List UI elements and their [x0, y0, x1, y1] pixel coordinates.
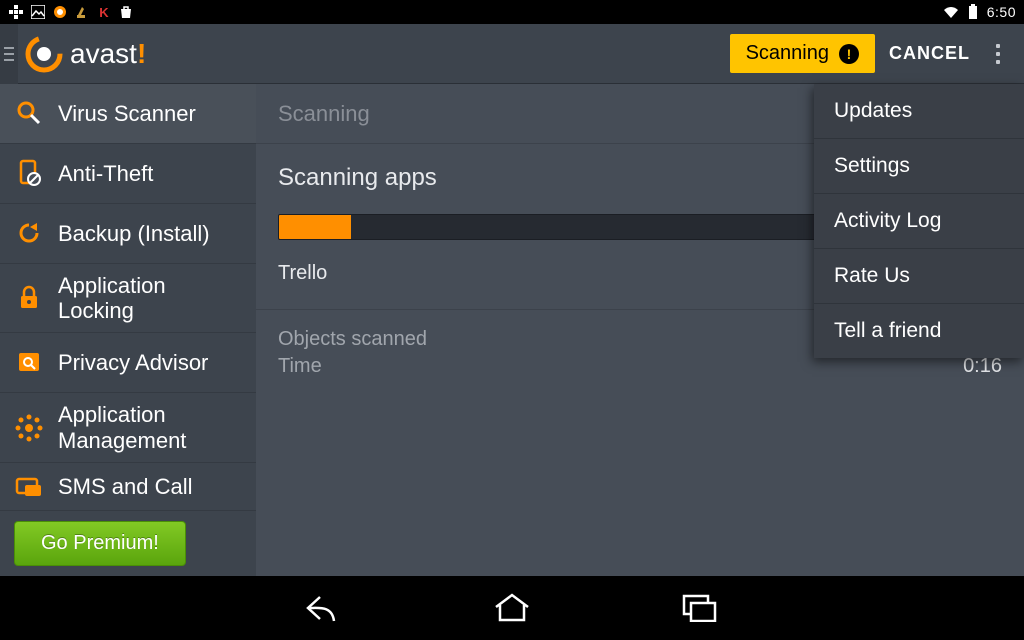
- menu-item-updates[interactable]: Updates: [814, 84, 1024, 139]
- scan-progress-fill: [279, 215, 351, 239]
- image-icon: [30, 4, 46, 20]
- stat-value: 0:16: [963, 355, 1002, 378]
- sidebar: Virus Scanner Anti-Theft Backup (Install…: [0, 84, 256, 576]
- alert-icon: !: [839, 44, 859, 64]
- battery-icon: [965, 4, 981, 20]
- sidebar-item-label: Application Management: [58, 402, 186, 453]
- menu-item-rate-us[interactable]: Rate Us: [814, 249, 1024, 304]
- refresh-icon: [14, 218, 44, 248]
- sidebar-item-label: Anti-Theft: [58, 161, 153, 186]
- main-panel: Scanning Scanning apps Trello Objects sc…: [256, 84, 1024, 576]
- wifi-icon: [943, 4, 959, 20]
- nav-recents-button[interactable]: [676, 584, 724, 632]
- app-header: avast! Scanning ! CANCEL: [0, 24, 1024, 84]
- stat-label: Time: [278, 355, 322, 378]
- nav-home-button[interactable]: [488, 584, 536, 632]
- phone-block-icon: [14, 158, 44, 188]
- android-nav-bar: [0, 576, 1024, 640]
- sidebar-item-sms-call[interactable]: SMS and Call: [0, 463, 256, 511]
- stat-time: Time 0:16: [278, 355, 1002, 378]
- sidebar-item-virus-scanner[interactable]: Virus Scanner: [0, 84, 256, 144]
- sms-icon: [14, 472, 44, 502]
- sidebar-item-label: Privacy Advisor: [58, 350, 208, 375]
- brand-text: avast!: [70, 38, 146, 70]
- avast-logo-icon: [24, 34, 64, 74]
- sidebar-item-privacy-advisor[interactable]: Privacy Advisor: [0, 333, 256, 393]
- sidebar-item-label: SMS and Call: [58, 474, 193, 499]
- sidebar-item-anti-theft[interactable]: Anti-Theft: [0, 144, 256, 204]
- menu-item-activity-log[interactable]: Activity Log: [814, 194, 1024, 249]
- sidebar-item-app-management[interactable]: Application Management: [0, 393, 256, 463]
- lock-icon: [14, 283, 44, 313]
- sidebar-item-label: Application Locking: [58, 273, 166, 324]
- sidebar-item-label: Backup (Install): [58, 221, 210, 246]
- scanning-status-badge[interactable]: Scanning !: [730, 34, 875, 73]
- status-left-icons: K: [8, 4, 134, 20]
- overflow-menu: Updates Settings Activity Log Rate Us Te…: [814, 84, 1024, 358]
- scanning-label: Scanning: [746, 42, 829, 65]
- avast-tray-icon: [52, 4, 68, 20]
- notif-icon: [8, 4, 24, 20]
- overflow-menu-button[interactable]: [984, 34, 1012, 74]
- menu-drawer-button[interactable]: [0, 24, 18, 84]
- stat-label: Objects scanned: [278, 328, 427, 351]
- cleaner-icon: [74, 4, 90, 20]
- go-premium-button[interactable]: Go Premium!: [14, 521, 186, 566]
- clock: 6:50: [987, 4, 1016, 20]
- menu-item-tell-friend[interactable]: Tell a friend: [814, 304, 1024, 358]
- nodes-icon: [14, 413, 44, 443]
- shield-search-icon: [14, 348, 44, 378]
- bag-icon: [118, 4, 134, 20]
- nav-back-button[interactable]: [300, 584, 348, 632]
- status-right: 6:50: [943, 4, 1016, 20]
- menu-item-settings[interactable]: Settings: [814, 139, 1024, 194]
- cancel-button[interactable]: CANCEL: [889, 43, 970, 64]
- android-status-bar: K 6:50: [0, 0, 1024, 24]
- sidebar-item-backup[interactable]: Backup (Install): [0, 204, 256, 264]
- k-icon: K: [96, 4, 112, 20]
- sidebar-item-label: Virus Scanner: [58, 101, 196, 126]
- brand-logo: avast!: [18, 34, 146, 74]
- sidebar-item-app-locking[interactable]: Application Locking: [0, 264, 256, 334]
- magnifier-icon: [14, 98, 44, 128]
